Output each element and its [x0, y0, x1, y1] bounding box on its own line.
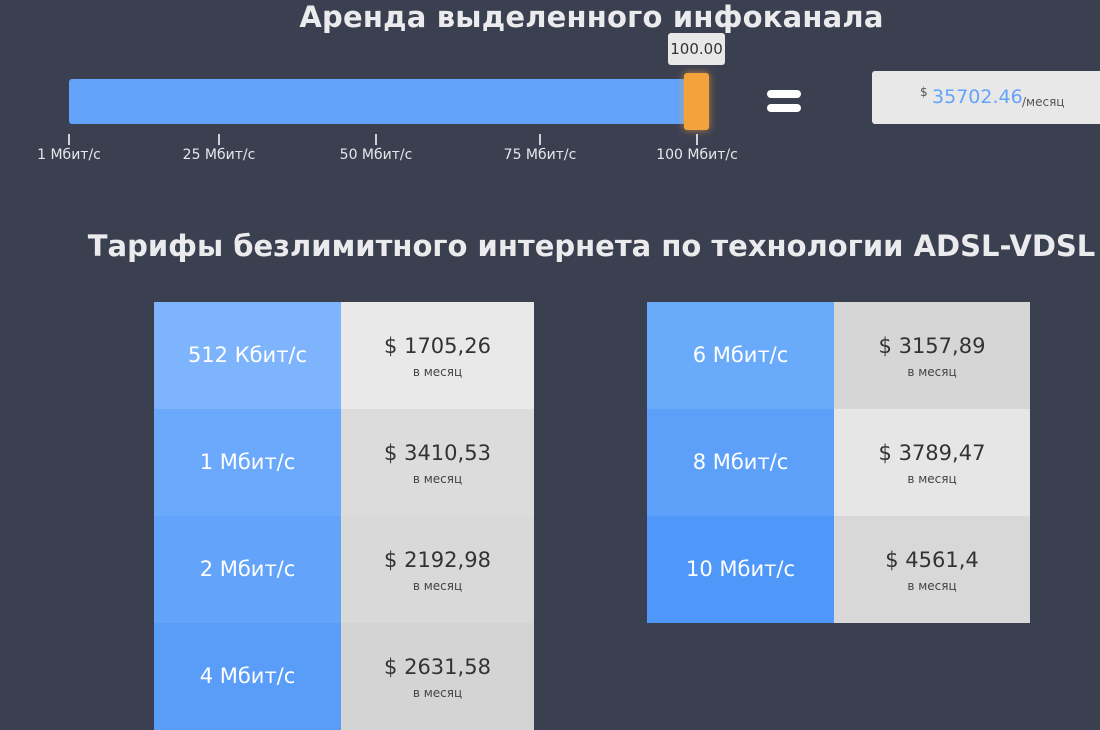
- tariff-table-left: 512 Кбит/с $ 1705,26 в месяц 1 Мбит/с $ …: [154, 302, 534, 730]
- slider-tick-label: 1 Мбит/с: [37, 147, 101, 163]
- tariff-row: 1 Мбит/с $ 3410,53 в месяц: [154, 409, 534, 516]
- tariff-price-cell: $ 3157,89 в месяц: [834, 302, 1030, 409]
- currency-symbol: $: [920, 85, 928, 99]
- tariff-price: $ 4561,4: [885, 548, 979, 572]
- tariff-period: в месяц: [412, 472, 463, 486]
- slider-fill: [69, 79, 684, 124]
- tariff-period: в месяц: [907, 365, 957, 379]
- total-price-value: 35702.46: [932, 86, 1023, 108]
- tariff-price-cell: $ 3410,53 в месяц: [341, 409, 534, 516]
- tariff-price: $ 3410,53: [384, 441, 491, 465]
- slider-tick: [696, 134, 698, 145]
- slider-tick: [539, 134, 541, 145]
- tariff-period: в месяц: [412, 686, 463, 700]
- tariff-speed: 8 Мбит/с: [647, 409, 834, 516]
- tariffs-title: Тарифы безлимитного интернета по техноло…: [87, 229, 1096, 263]
- tariff-period: в месяц: [412, 579, 463, 593]
- tariff-row: 4 Мбит/с $ 2631,58 в месяц: [154, 623, 534, 730]
- tariff-price-cell: $ 1705,26 в месяц: [341, 302, 534, 409]
- tariff-row: 6 Мбит/с $ 3157,89 в месяц: [647, 302, 1030, 409]
- tariff-price-cell: $ 3789,47 в месяц: [834, 409, 1030, 516]
- slider-tick: [68, 134, 70, 145]
- tariff-speed: 1 Мбит/с: [154, 409, 341, 516]
- tariff-row: 512 Кбит/с $ 1705,26 в месяц: [154, 302, 534, 409]
- tariff-speed: 4 Мбит/с: [154, 623, 341, 730]
- tariff-period: в месяц: [907, 579, 957, 593]
- tariff-price-cell: $ 4561,4 в месяц: [834, 516, 1030, 623]
- tariff-row: 2 Мбит/с $ 2192,98 в месяц: [154, 516, 534, 623]
- slider-tick: [375, 134, 377, 145]
- tariff-price: $ 2631,58: [384, 655, 491, 679]
- tariff-row: 8 Мбит/с $ 3789,47 в месяц: [647, 409, 1030, 516]
- slider-tick-label: 25 Мбит/с: [182, 147, 256, 163]
- slider-tick-label: 100 Мбит/с: [656, 147, 738, 163]
- price-period: /месяц: [1022, 95, 1065, 109]
- tariff-row: 10 Мбит/с $ 4561,4 в месяц: [647, 516, 1030, 623]
- slider-tick-label: 50 Мбит/с: [339, 147, 413, 163]
- bandwidth-slider[interactable]: [69, 73, 709, 130]
- page-title: Аренда выделенного инфоканала: [299, 0, 884, 34]
- slider-value-tooltip: 100.00: [668, 33, 725, 65]
- slider-handle[interactable]: [684, 73, 709, 130]
- tariff-period: в месяц: [907, 472, 957, 486]
- tariff-speed: 2 Мбит/с: [154, 516, 341, 623]
- tariff-period: в месяц: [412, 365, 463, 379]
- tariff-price: $ 3789,47: [878, 441, 986, 465]
- tariff-price: $ 2192,98: [384, 548, 491, 572]
- tariff-speed: 10 Мбит/с: [647, 516, 834, 623]
- slider-tick-label: 75 Мбит/с: [503, 147, 577, 163]
- slider-tick: [218, 134, 220, 145]
- tariff-price: $ 1705,26: [384, 334, 491, 358]
- tariff-table-right: 6 Мбит/с $ 3157,89 в месяц 8 Мбит/с $ 37…: [647, 302, 1030, 623]
- tariff-price-cell: $ 2631,58 в месяц: [341, 623, 534, 730]
- tariff-price-cell: $ 2192,98 в месяц: [341, 516, 534, 623]
- tariff-speed: 6 Мбит/с: [647, 302, 834, 409]
- tariff-speed: 512 Кбит/с: [154, 302, 341, 409]
- total-price-box: $ 35702.46 /месяц: [872, 71, 1100, 124]
- equals-icon: [767, 90, 801, 112]
- tariff-price: $ 3157,89: [878, 334, 986, 358]
